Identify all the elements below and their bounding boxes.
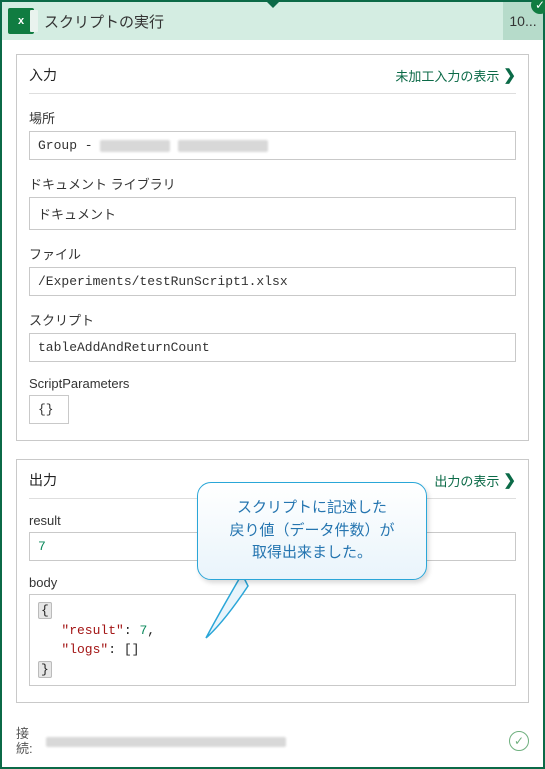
scriptparams-value: {} (29, 395, 69, 424)
scriptparams-label: ScriptParameters (29, 376, 516, 391)
callout-line: 戻り値（データ件数）が (208, 520, 416, 543)
body-json: { "result": 7, "logs": [] } (29, 594, 516, 686)
file-value: /Experiments/testRunScript1.xlsx (29, 267, 516, 296)
show-raw-outputs-link[interactable]: 出力の表示 ❯ (434, 471, 516, 490)
output-section-title: 出力 (29, 470, 57, 490)
file-label: ファイル (29, 244, 516, 263)
excel-icon: x (8, 8, 34, 34)
callout-line: スクリプトに記述した (208, 497, 416, 520)
connection-footer: 接 続: ✓ (16, 726, 529, 757)
flow-connector-arrow (265, 0, 281, 8)
script-label: スクリプト (29, 310, 516, 329)
chevron-right-icon: ❯ (503, 471, 516, 489)
location-label: 場所 (29, 108, 516, 127)
show-raw-outputs-label: 出力の表示 (434, 471, 499, 490)
annotation-callout: スクリプトに記述した 戻り値（データ件数）が 取得出来ました。 (197, 482, 427, 580)
callout-line: 取得出来ました。 (208, 542, 416, 565)
library-label: ドキュメント ライブラリ (29, 174, 516, 193)
chevron-right-icon: ❯ (503, 66, 516, 84)
input-section-title: 入力 (29, 65, 57, 85)
show-raw-inputs-label: 未加工入力の表示 (395, 66, 499, 85)
library-value: ドキュメント (29, 197, 516, 230)
connection-label: 接 続: (16, 726, 40, 757)
input-card: 入力 未加工入力の表示 ❯ 場所 Group - ドキュメント ライブラリ ドキ… (16, 54, 529, 441)
show-raw-inputs-link[interactable]: 未加工入力の表示 ❯ (395, 66, 516, 85)
action-title: スクリプトの実行 (44, 11, 164, 32)
location-value: Group - (29, 131, 516, 160)
connection-ok-icon: ✓ (509, 731, 529, 751)
connection-link[interactable] (46, 734, 286, 749)
script-value: tableAddAndReturnCount (29, 333, 516, 362)
